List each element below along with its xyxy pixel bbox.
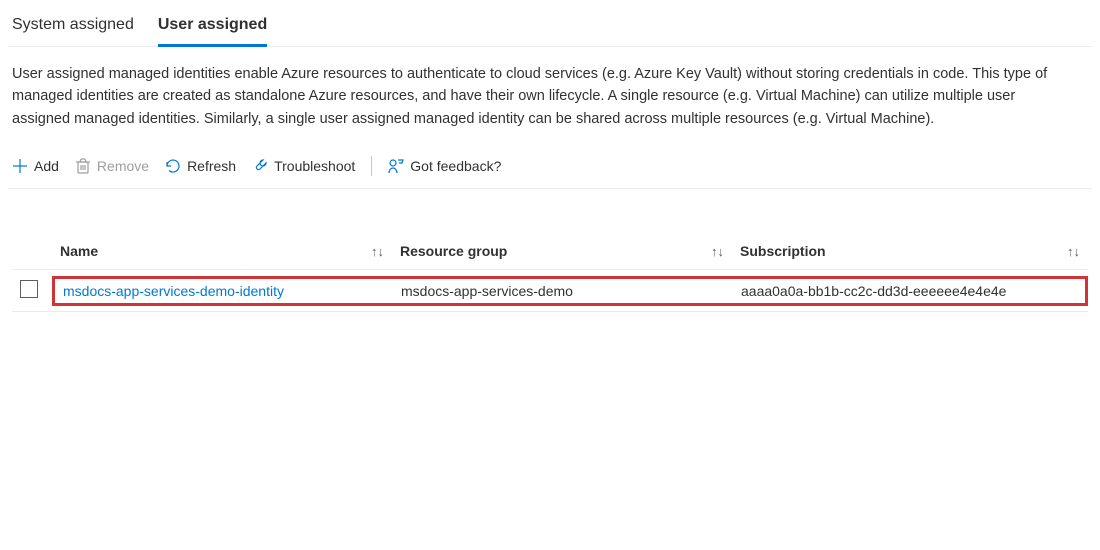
col-header-resourcegroup: Resource group [400, 243, 507, 259]
sort-icon[interactable]: ↑↓ [371, 244, 384, 259]
add-label: Add [34, 158, 59, 174]
feedback-icon [388, 158, 404, 174]
trash-icon [75, 158, 91, 174]
troubleshoot-label: Troubleshoot [274, 158, 355, 174]
wrench-icon [252, 158, 268, 174]
toolbar-divider [371, 156, 372, 176]
toolbar: Add Remove Refresh Troubleshoot Got feed… [8, 150, 1092, 189]
identity-name-link[interactable]: msdocs-app-services-demo-identity [63, 283, 284, 299]
remove-button: Remove [75, 158, 149, 174]
troubleshoot-button[interactable]: Troubleshoot [252, 158, 355, 174]
add-button[interactable]: Add [12, 158, 59, 174]
refresh-button[interactable]: Refresh [165, 158, 236, 174]
resource-group-value: msdocs-app-services-demo [401, 283, 573, 299]
table-row[interactable]: msdocs-app-services-demo-identity msdocs… [12, 270, 1088, 312]
col-header-subscription: Subscription [740, 243, 826, 259]
identities-table: Name ↑↓ Resource group ↑↓ Subscription ↑… [8, 233, 1092, 312]
tab-user-assigned[interactable]: User assigned [158, 8, 267, 47]
table-header-row: Name ↑↓ Resource group ↑↓ Subscription ↑… [12, 233, 1088, 270]
subscription-value: aaaa0a0a-bb1b-cc2c-dd3d-eeeeee4e4e4e [741, 283, 1006, 299]
refresh-icon [165, 158, 181, 174]
sort-icon[interactable]: ↑↓ [711, 244, 724, 259]
sort-icon[interactable]: ↑↓ [1067, 244, 1080, 259]
plus-icon [12, 158, 28, 174]
refresh-label: Refresh [187, 158, 236, 174]
feedback-label: Got feedback? [410, 158, 501, 174]
description-text: User assigned managed identities enable … [8, 47, 1068, 150]
col-header-name: Name [60, 243, 98, 259]
tab-system-assigned[interactable]: System assigned [12, 8, 134, 47]
feedback-button[interactable]: Got feedback? [388, 158, 501, 174]
row-checkbox[interactable] [20, 280, 38, 298]
remove-label: Remove [97, 158, 149, 174]
tabs-bar: System assigned User assigned [8, 8, 1092, 47]
